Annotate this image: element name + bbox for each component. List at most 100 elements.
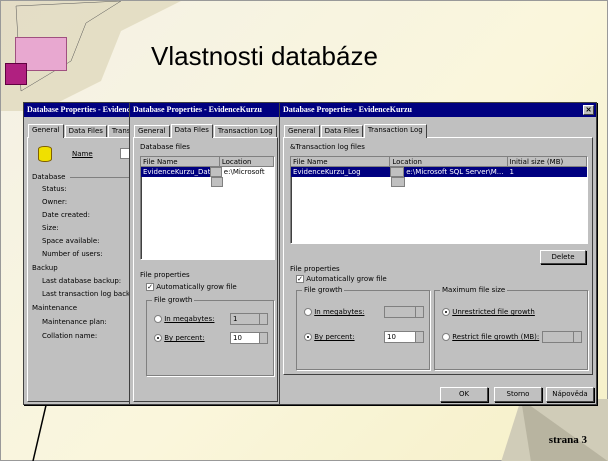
delete-button[interactable]: Delete (540, 250, 586, 264)
column-location[interactable]: Location (219, 157, 274, 166)
by-percent-label: By percent: (314, 333, 355, 341)
database-files-grid[interactable]: File Name Location EvidenceKurzu_Data e:… (140, 156, 275, 260)
database-files-label: Database files (140, 143, 190, 151)
check-icon: ✓ (146, 283, 154, 291)
transaction-log-grid[interactable]: File Name Location Initial size (MB) Evi… (290, 156, 588, 244)
autogrow-checkbox[interactable]: ✓ Automatically grow file (146, 283, 237, 291)
in-megabytes-radio[interactable]: In megabytes: (154, 315, 214, 323)
column-file-name[interactable]: File Name (291, 157, 391, 166)
check-icon: ✓ (296, 275, 304, 283)
size-label: Size: (42, 224, 59, 232)
page-number: strana 3 (548, 434, 587, 446)
column-file-name[interactable]: File Name (141, 157, 220, 166)
autogrow-checkbox[interactable]: ✓ Automatically grow file (296, 275, 387, 283)
percent-stepper[interactable]: 10 (230, 332, 268, 344)
window-title: Database Properties - EvidenceKurzu (283, 105, 412, 114)
date-created-label: Date created: (42, 211, 90, 219)
transaction-log-files-label: &Transaction log files (290, 143, 365, 151)
megabytes-stepper[interactable] (384, 306, 424, 318)
file-properties-label: File properties (290, 265, 340, 273)
window-general-titlebar: Database Properties - EvidenceKurzu (24, 103, 130, 117)
help-button[interactable]: Nápověda (546, 387, 594, 402)
by-percent-radio[interactable]: By percent: (154, 334, 205, 342)
file-growth-label: File growth (152, 296, 195, 304)
cell-file-name: EvidenceKurzu_Log (293, 168, 361, 176)
app-logo-icon-small (5, 63, 27, 85)
file-growth-label: File growth (302, 286, 345, 294)
file-properties-label: File properties (140, 271, 190, 279)
grid-header: File Name Location (141, 157, 274, 167)
radio-selected-icon (442, 308, 450, 316)
table-row[interactable]: EvidenceKurzu_Data e:\Microsoft (141, 167, 274, 177)
window-transaction-log: Database Properties - EvidenceKurzu ✕ Ge… (279, 102, 597, 405)
cell-file-name: EvidenceKurzu_Data (141, 167, 210, 177)
status-label: Status: (42, 185, 67, 193)
spinner-arrows-icon[interactable] (259, 333, 267, 343)
tab-panel-data-files: Database files File Name Location Eviden… (133, 137, 278, 402)
database-section-line (70, 177, 134, 178)
restrict-label: Restrict file growth (MB): (452, 333, 540, 341)
cancel-button[interactable]: Storno (494, 387, 542, 402)
restrict-stepper[interactable] (542, 331, 582, 343)
tab-strip: General Data Files Transaction Log (134, 123, 278, 138)
radio-icon (154, 315, 162, 323)
autogrow-label: Automatically grow file (306, 275, 387, 283)
browse-button[interactable] (209, 167, 222, 177)
radio-icon (304, 308, 312, 316)
autogrow-label: Automatically grow file (156, 283, 237, 291)
unrestricted-radio[interactable]: Unrestricted file growth (442, 308, 535, 316)
last-log-backup-label: Last transaction log backup: (42, 290, 142, 298)
max-file-size-label: Maximum file size (440, 286, 508, 294)
tab-general[interactable]: General (28, 124, 64, 138)
maintenance-plan-label: Maintenance plan: (42, 318, 107, 326)
spinner-arrows-icon[interactable] (573, 332, 581, 342)
tab-transaction-log[interactable]: Transaction Log (213, 125, 277, 137)
grid-header: File Name Location Initial size (MB) (291, 157, 587, 167)
max-file-size-group (434, 290, 588, 370)
tab-strip: General Data Files Transaction Log (284, 123, 428, 138)
space-available-label: Space available: (42, 237, 100, 245)
cell-initial-size: 1 (509, 168, 515, 176)
table-row-empty[interactable] (141, 177, 274, 187)
tab-general[interactable]: General (284, 125, 320, 137)
restrict-radio[interactable]: Restrict file growth (MB): (442, 333, 539, 341)
cell-location: e:\Microsoft SQL Server\M... (406, 168, 504, 176)
owner-label: Owner: (42, 198, 68, 206)
tab-transaction-log[interactable]: Transaction Log (363, 124, 427, 138)
ok-button[interactable]: OK (440, 387, 488, 402)
radio-selected-icon (304, 333, 312, 341)
in-megabytes-radio[interactable]: In megabytes: (304, 308, 364, 316)
megabytes-stepper[interactable]: 1 (230, 313, 268, 325)
tab-data-files[interactable]: Data Files (64, 125, 107, 137)
spinner-arrows-icon[interactable] (415, 332, 423, 342)
tab-data-files[interactable]: Data Files (170, 124, 213, 138)
name-label: Name (72, 150, 93, 158)
close-icon[interactable]: ✕ (583, 105, 594, 115)
in-megabytes-label: In megabytes: (314, 308, 365, 316)
column-location[interactable]: Location (390, 157, 508, 166)
number-of-users-label: Number of users: (42, 250, 103, 258)
by-percent-radio[interactable]: By percent: (304, 333, 355, 341)
window-transaction-log-titlebar: Database Properties - EvidenceKurzu ✕ (280, 103, 596, 117)
spinner-arrows-icon[interactable] (259, 314, 267, 324)
in-megabytes-label: In megabytes: (164, 315, 215, 323)
table-row[interactable]: EvidenceKurzu_Log e:\Microsoft SQL Serve… (291, 167, 587, 177)
table-row-empty[interactable] (291, 177, 587, 187)
tab-panel-transaction-log: &Transaction log files File Name Locatio… (283, 137, 593, 375)
percent-stepper[interactable]: 10 (384, 331, 424, 343)
cell-location: e:\Microsoft (223, 168, 265, 176)
window-data-files: Database Properties - EvidenceKurzu Gene… (129, 102, 281, 405)
tab-data-files[interactable]: Data Files (320, 125, 363, 137)
browse-button[interactable] (390, 167, 405, 177)
tab-general[interactable]: General (134, 125, 170, 137)
slide: Vlastnosti databáze strana 3 Database Pr… (0, 0, 608, 461)
spinner-arrows-icon[interactable] (415, 307, 423, 317)
database-section-label: Database (32, 173, 66, 181)
window-general: Database Properties - EvidenceKurzu Gene… (23, 102, 171, 405)
file-growth-group (296, 290, 430, 370)
column-initial-size[interactable]: Initial size (MB) (507, 157, 587, 166)
collation-name-label: Collation name: (42, 332, 98, 340)
corner-decoration-left-line (32, 401, 48, 461)
backup-section-label: Backup (32, 264, 58, 272)
tab-panel-general: Name Database Status: Owner: Date create… (27, 137, 141, 402)
